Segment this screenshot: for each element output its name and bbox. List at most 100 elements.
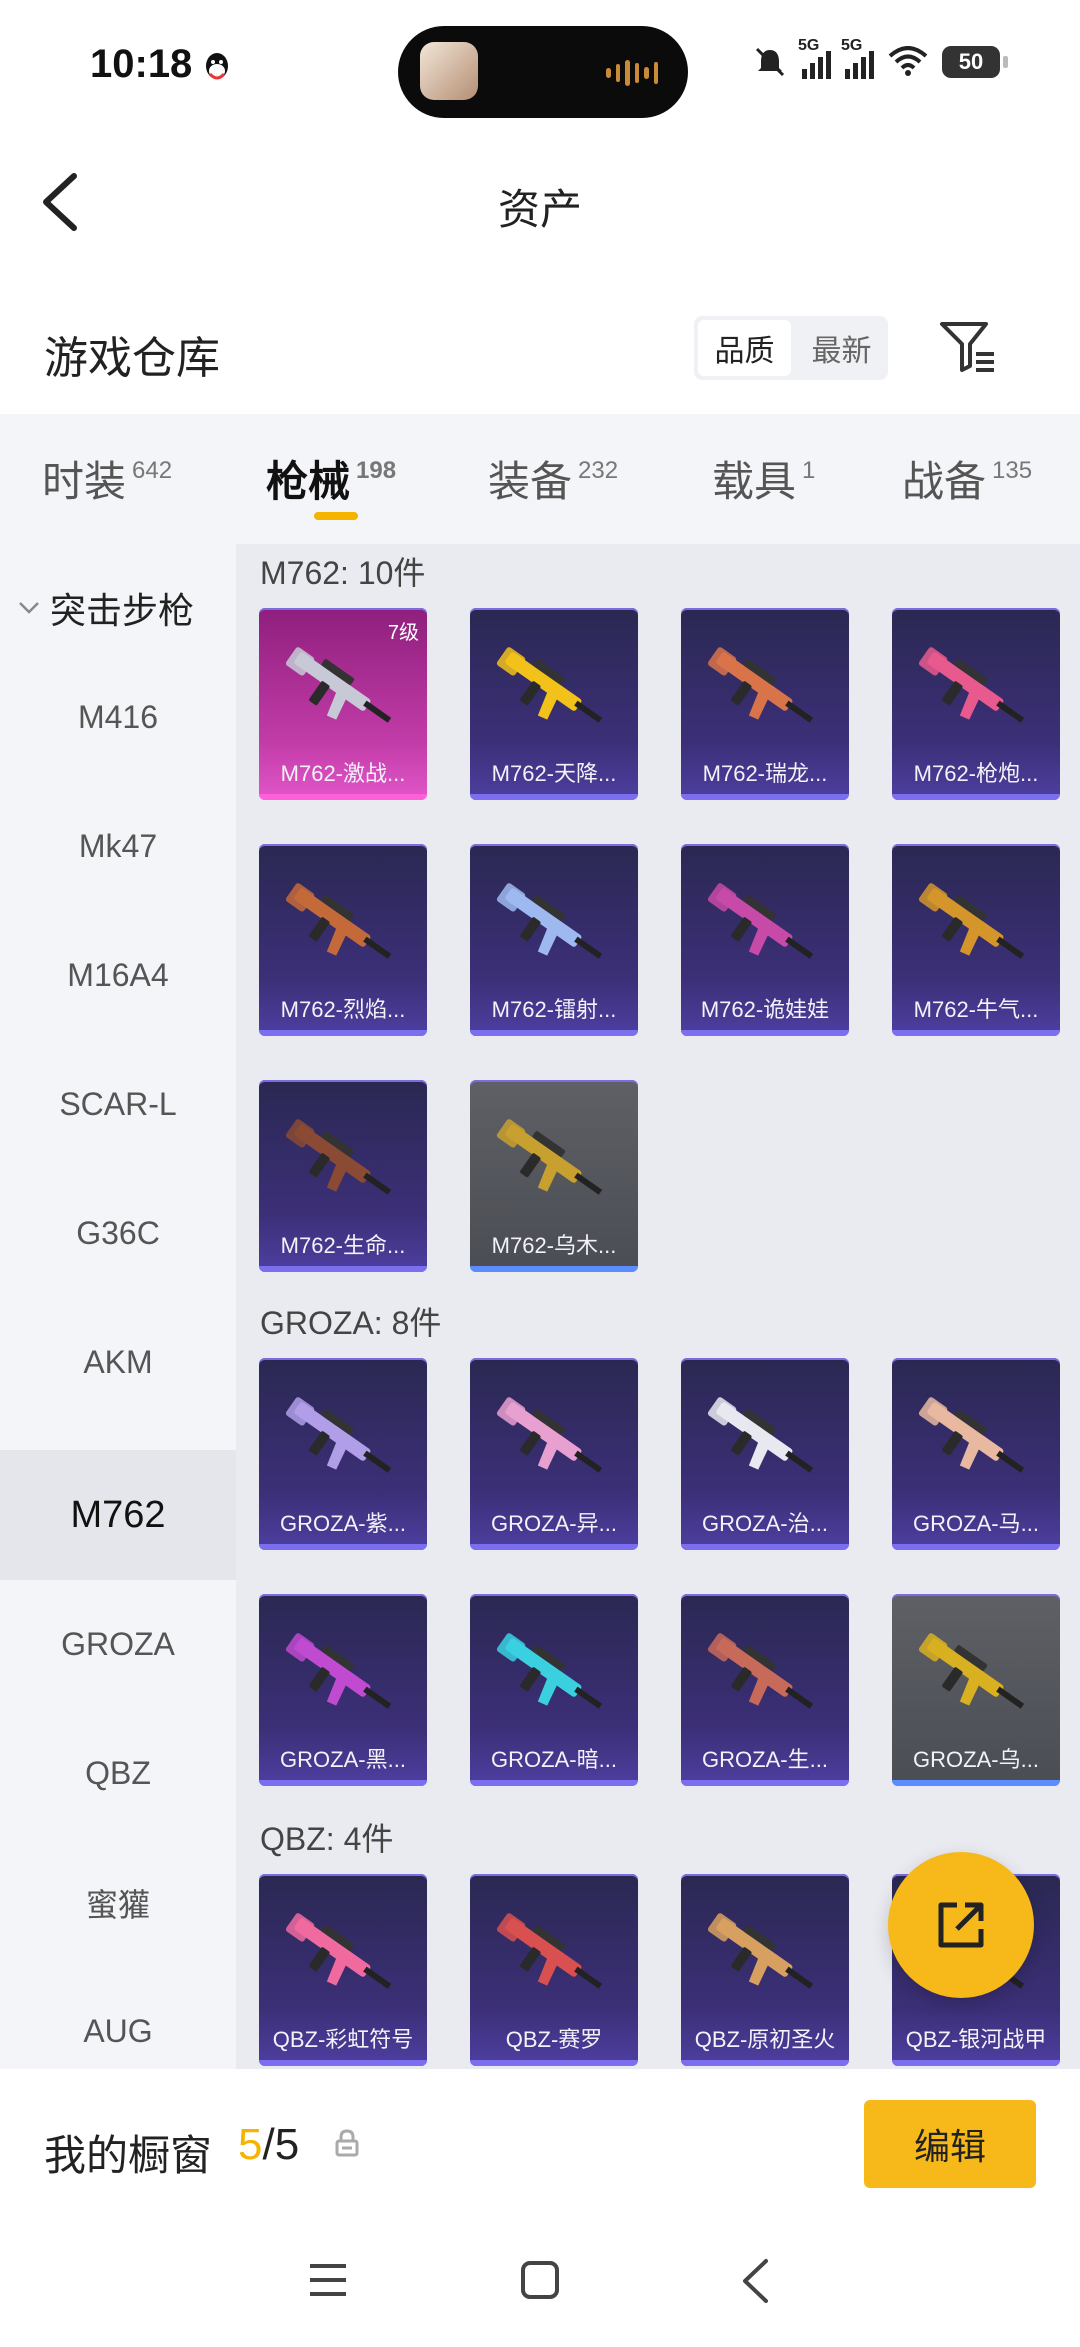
sort-newest[interactable]: 最新 (795, 316, 888, 380)
gun-skin-icon (285, 647, 392, 723)
skin-name: M762-牛气... (913, 997, 1039, 1022)
filter-icon[interactable] (938, 318, 996, 376)
rarity-bar (681, 1780, 849, 1786)
skin-card[interactable]: QBZ-彩虹符号 (259, 1874, 427, 2066)
skin-card[interactable]: GROZA-生... (681, 1594, 849, 1786)
sidebar-category[interactable]: 突击步枪 (18, 582, 194, 634)
section-title: 游戏仓库 (44, 334, 220, 383)
rarity-bar (681, 2060, 849, 2066)
tab-count: 642 (132, 457, 173, 484)
skin-card[interactable]: GROZA-马... (892, 1358, 1060, 1550)
level-badge: 7级 (387, 622, 419, 644)
nav-back-icon[interactable] (740, 2258, 770, 2304)
dynamic-island[interactable] (398, 26, 688, 118)
sidebar-item-honey-badger[interactable]: 蜜獾 (0, 1838, 236, 1967)
sidebar-item-m16a4[interactable]: M16A4 (0, 911, 236, 1040)
skin-card[interactable]: GROZA-黑... (259, 1594, 427, 1786)
skin-card[interactable]: 7级 M762-激战... (259, 608, 427, 800)
skin-card[interactable]: QBZ-原初圣火 (681, 1874, 849, 2066)
gun-skin-icon (285, 1397, 392, 1473)
battery-icon: 50 (942, 46, 1008, 78)
sidebar-item-m762[interactable]: M762 (0, 1450, 236, 1580)
share-icon (938, 1902, 984, 1948)
gun-skin-icon (707, 883, 814, 959)
showcase-total: /5 (262, 2120, 300, 2169)
skin-card[interactable]: QBZ-赛罗 (470, 1874, 638, 2066)
sidebar-item-qbz[interactable]: QBZ (0, 1709, 236, 1838)
skin-name: M762-生命... (280, 1233, 406, 1258)
sidebar-item-akm[interactable]: AKM (0, 1298, 236, 1427)
sort-toggle[interactable]: 品质 最新 (694, 316, 888, 380)
tab-count: 135 (992, 457, 1033, 484)
skin-card[interactable]: M762-生命... (259, 1080, 427, 1272)
skin-name: M762-天降... (491, 761, 617, 786)
skin-card[interactable]: M762-乌木... (470, 1080, 638, 1272)
rarity-bar (681, 794, 849, 800)
showcase-current: 5 (238, 2120, 263, 2169)
skin-card[interactable]: GROZA-暗... (470, 1594, 638, 1786)
sidebar-category-label: 突击步枪 (50, 590, 195, 631)
skin-card[interactable]: M762-瑞龙... (681, 608, 849, 800)
rarity-bar (259, 794, 427, 800)
rarity-bar (892, 1780, 1060, 1786)
skin-name: GROZA-治... (702, 1511, 828, 1536)
tab-guns[interactable]: 枪械 198 (266, 448, 396, 509)
skin-name: M762-诡娃娃 (700, 997, 830, 1022)
skin-card[interactable]: GROZA-异... (470, 1358, 638, 1550)
rarity-bar (470, 1030, 638, 1036)
gun-skin-icon (496, 1397, 603, 1473)
media-thumbnail (420, 42, 478, 100)
sidebar-item-groza[interactable]: GROZA (0, 1580, 236, 1709)
skin-card[interactable]: M762-天降... (470, 608, 638, 800)
qq-icon (206, 53, 228, 80)
skin-card[interactable]: M762-诡娃娃 (681, 844, 849, 1036)
rarity-bar (470, 1780, 638, 1786)
tab-count: 232 (578, 457, 619, 484)
sidebar-item-scar-l[interactable]: SCAR-L (0, 1040, 236, 1169)
rarity-bar (259, 1544, 427, 1550)
skin-card[interactable]: M762-枪炮... (892, 608, 1060, 800)
gun-skin-icon (285, 883, 392, 959)
tab-supplies[interactable]: 战备 135 (902, 448, 1032, 509)
sidebar-item-g36c[interactable]: G36C (0, 1169, 236, 1298)
skin-card[interactable]: M762-牛气... (892, 844, 1060, 1036)
lock-icon (335, 2129, 359, 2157)
skin-name: GROZA-乌... (913, 1747, 1039, 1772)
tab-vehicles[interactable]: 载具 1 (712, 448, 815, 509)
group-label: QBZ: 4件 (260, 1821, 394, 1857)
skin-card[interactable]: M762-烈焰... (259, 844, 427, 1036)
rarity-bar (259, 2060, 427, 2066)
rarity-bar (259, 1780, 427, 1786)
nav-home-icon[interactable] (520, 2260, 560, 2300)
skin-name: QBZ-赛罗 (505, 2027, 603, 2052)
skin-name: QBZ-原初圣火 (694, 2027, 836, 2052)
tab-count: 198 (356, 457, 397, 484)
share-button[interactable] (888, 1852, 1034, 1998)
rarity-bar (259, 1266, 427, 1272)
tab-label: 载具 (712, 458, 797, 505)
sidebar-item-aug[interactable]: AUG (0, 1967, 236, 2069)
sort-quality[interactable]: 品质 (698, 320, 791, 376)
tab-count: 1 (802, 457, 816, 484)
showcase-count: 5/5 (238, 2120, 299, 2170)
tab-fashion[interactable]: 时装 642 (42, 448, 172, 509)
tab-equipment[interactable]: 装备 232 (488, 448, 618, 509)
gun-skin-icon (285, 1119, 392, 1195)
skin-card[interactable]: GROZA-紫... (259, 1358, 427, 1550)
skin-card[interactable]: GROZA-治... (681, 1358, 849, 1550)
skin-name: M762-枪炮... (913, 761, 1039, 786)
skin-name: GROZA-黑... (280, 1747, 406, 1772)
edit-button[interactable]: 编辑 (864, 2100, 1036, 2188)
gun-skin-icon (918, 1397, 1025, 1473)
skin-name: M762-烈焰... (280, 997, 406, 1022)
gun-skin-icon (496, 1913, 603, 1989)
wifi-icon (888, 46, 928, 76)
sidebar-item-m416[interactable]: M416 (0, 653, 236, 782)
rarity-bar (892, 1544, 1060, 1550)
skin-card[interactable]: M762-镭射... (470, 844, 638, 1036)
signal-icon-2: 5G (841, 37, 874, 79)
skin-card[interactable]: GROZA-乌... (892, 1594, 1060, 1786)
gun-skin-icon (918, 1633, 1025, 1709)
nav-menu-icon[interactable] (308, 2262, 348, 2298)
sidebar-item-mk47[interactable]: Mk47 (0, 782, 236, 911)
